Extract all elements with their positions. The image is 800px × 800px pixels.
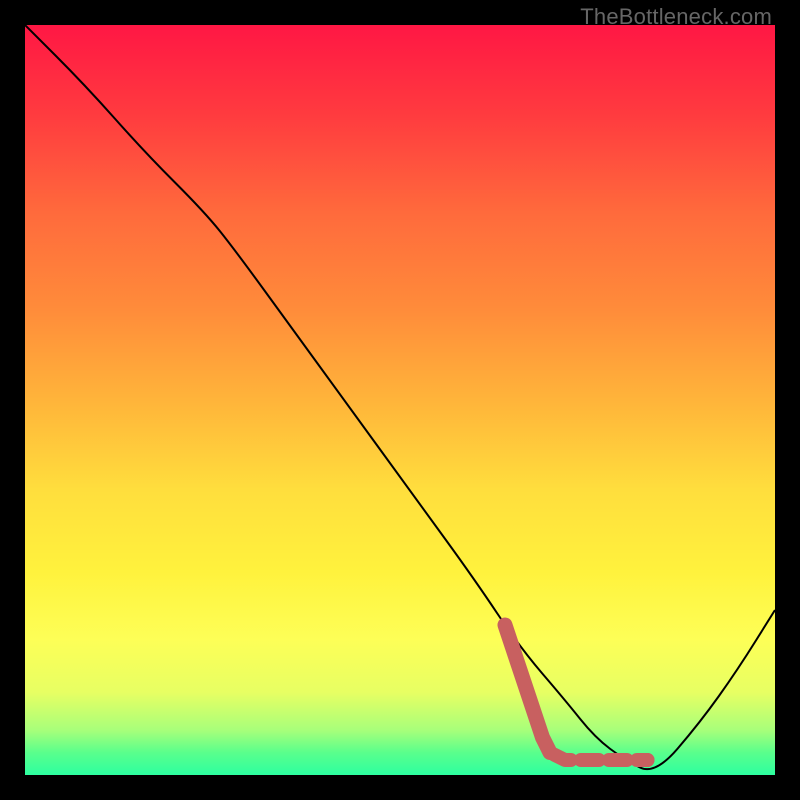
- chart-svg: [25, 25, 775, 775]
- chart-frame: [25, 25, 775, 775]
- chart-background: [25, 25, 775, 775]
- highlight-end-dot: [641, 753, 655, 767]
